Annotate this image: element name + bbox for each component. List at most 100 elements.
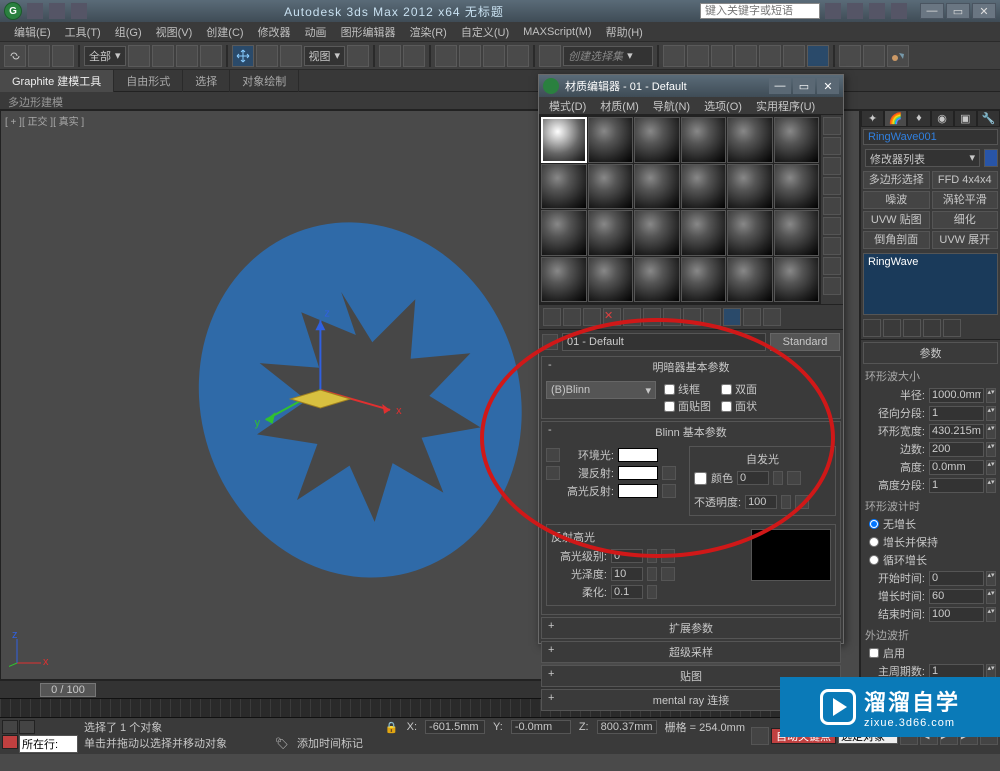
sample-slot[interactable] [681,210,727,256]
menu-help[interactable]: 帮助(H) [600,22,649,42]
go-forward-icon[interactable] [763,308,781,326]
select-name-icon[interactable] [152,45,174,67]
input-radius[interactable] [929,388,984,403]
sample-slot[interactable] [588,210,634,256]
cmd-tab-hierarchy-icon[interactable]: ♦ [907,110,930,127]
get-material-icon[interactable] [543,308,561,326]
menu-edit[interactable]: 编辑(E) [8,22,57,42]
input-radseg[interactable] [929,406,984,421]
align-icon[interactable] [687,45,709,67]
cmd-tab-motion-icon[interactable]: ◉ [931,110,954,127]
mat-menu-options[interactable]: 选项(O) [698,97,748,114]
spinner-starttime[interactable]: ▴▾ [986,571,996,586]
spinner-opacity[interactable] [781,495,791,509]
sample-slot[interactable] [541,257,587,303]
mat-ed-maximize-button[interactable]: ▭ [793,78,815,94]
input-growtime[interactable] [929,589,984,604]
ribbon-tab-objectpaint[interactable]: 对象绘制 [230,70,299,92]
maximize-button[interactable]: ▭ [946,3,970,19]
show-end-mat-icon[interactable] [723,308,741,326]
specular-map-button[interactable] [662,484,676,498]
link-icon[interactable] [4,45,26,67]
sample-slot[interactable] [774,117,820,163]
spinner-endtime[interactable]: ▴▾ [986,607,996,622]
cmd-tab-utilities-icon[interactable]: 🔧 [977,110,1000,127]
sample-slot[interactable] [774,257,820,303]
time-slider-handle[interactable]: 0 / 100 [40,683,96,697]
make-copy-icon[interactable] [623,308,641,326]
render-setup-icon[interactable] [839,45,861,67]
input-starttime[interactable] [929,571,984,586]
mod-btn-uvwmap[interactable]: UVW 贴图 [863,211,930,229]
diffuse-swatch[interactable] [618,466,658,480]
spinner-radius[interactable]: ▴▾ [986,388,996,403]
spinner-speclevel[interactable] [647,549,657,563]
transform-x[interactable]: -601.5mm [425,720,485,734]
bind-icon[interactable] [52,45,74,67]
mod-btn-tessellate[interactable]: 细化 [932,211,999,229]
keyboard-shortcut-icon[interactable] [403,45,425,67]
sample-uv-icon[interactable] [823,177,841,195]
menu-maxscript[interactable]: MAXScript(M) [517,24,597,40]
pin-stack-icon[interactable] [863,319,881,337]
material-type-button[interactable]: Standard [770,333,840,351]
menu-modifiers[interactable]: 修改器 [252,22,297,42]
transform-y[interactable]: -0.0mm [511,720,571,734]
opacity-map-button[interactable] [795,495,809,509]
menu-views[interactable]: 视图(V) [150,22,199,42]
mod-btn-polyselect[interactable]: 多边形选择 [863,171,930,189]
background-icon[interactable] [823,157,841,175]
sample-slot[interactable] [588,164,634,210]
mat-menu-navigation[interactable]: 导航(N) [647,97,696,114]
mod-btn-ffd[interactable]: FFD 4x4x4 [932,171,999,189]
render-frame-icon[interactable] [863,45,885,67]
render-icon[interactable] [887,45,909,67]
search-go-icon[interactable] [825,3,841,19]
input-speclevel[interactable] [611,549,643,563]
cmd-tab-create-icon[interactable]: ✦ [861,110,884,127]
make-preview-icon[interactable] [823,217,841,235]
show-in-vp-icon[interactable] [703,308,721,326]
named-selection-dropdown[interactable]: 创建选择集▾ [563,46,653,66]
mod-btn-uvwunwrap[interactable]: UVW 展开 [932,231,999,249]
comm-center-icon[interactable] [847,3,863,19]
sample-slot[interactable] [774,210,820,256]
checkbox-facemap[interactable] [664,401,675,412]
sample-slot[interactable] [681,257,727,303]
object-name-field[interactable]: RingWave001 [863,129,998,145]
mat-id-icon[interactable] [683,308,701,326]
cmd-tab-modify-icon[interactable]: 🌈 [884,110,907,127]
window-crossing-icon[interactable] [200,45,222,67]
radio-nogrow[interactable] [869,519,879,529]
sample-slot[interactable] [727,117,773,163]
scale-icon[interactable] [280,45,302,67]
input-height[interactable] [929,460,984,475]
mat-menu-material[interactable]: 材质(M) [594,97,645,114]
sample-slot[interactable] [681,117,727,163]
selfillum-map-button[interactable] [787,471,801,485]
menu-grapheditors[interactable]: 图形编辑器 [335,22,402,42]
input-selfillum[interactable] [737,471,769,485]
sample-slot[interactable] [727,210,773,256]
pivot-icon[interactable] [347,45,369,67]
diffuse-map-button[interactable] [662,466,676,480]
prompt-field[interactable]: 所在行: [19,735,78,753]
viewport-label[interactable]: [ + ][ 正交 ][ 真实 ] [5,113,84,128]
mat-menu-modes[interactable]: 模式(D) [543,97,592,114]
pick-from-obj-icon[interactable] [542,334,558,350]
mat-map-nav-icon[interactable] [823,277,841,295]
rotate-icon[interactable] [256,45,278,67]
sample-slot[interactable] [727,164,773,210]
glossiness-map-button[interactable] [661,567,675,581]
diffuse-lock-icon[interactable] [546,466,560,480]
menu-create[interactable]: 创建(C) [200,22,249,42]
menu-group[interactable]: 组(G) [109,22,148,42]
snap-angle-icon[interactable] [459,45,481,67]
maxscript-mini-icon[interactable] [2,720,18,734]
ref-coord-dropdown[interactable]: 视图▾ [304,46,346,66]
spinner-selfillum[interactable] [773,471,783,485]
undo-icon[interactable] [49,3,65,19]
input-soften[interactable] [611,585,643,599]
menu-tools[interactable]: 工具(T) [59,22,107,42]
video-check-icon[interactable] [823,197,841,215]
